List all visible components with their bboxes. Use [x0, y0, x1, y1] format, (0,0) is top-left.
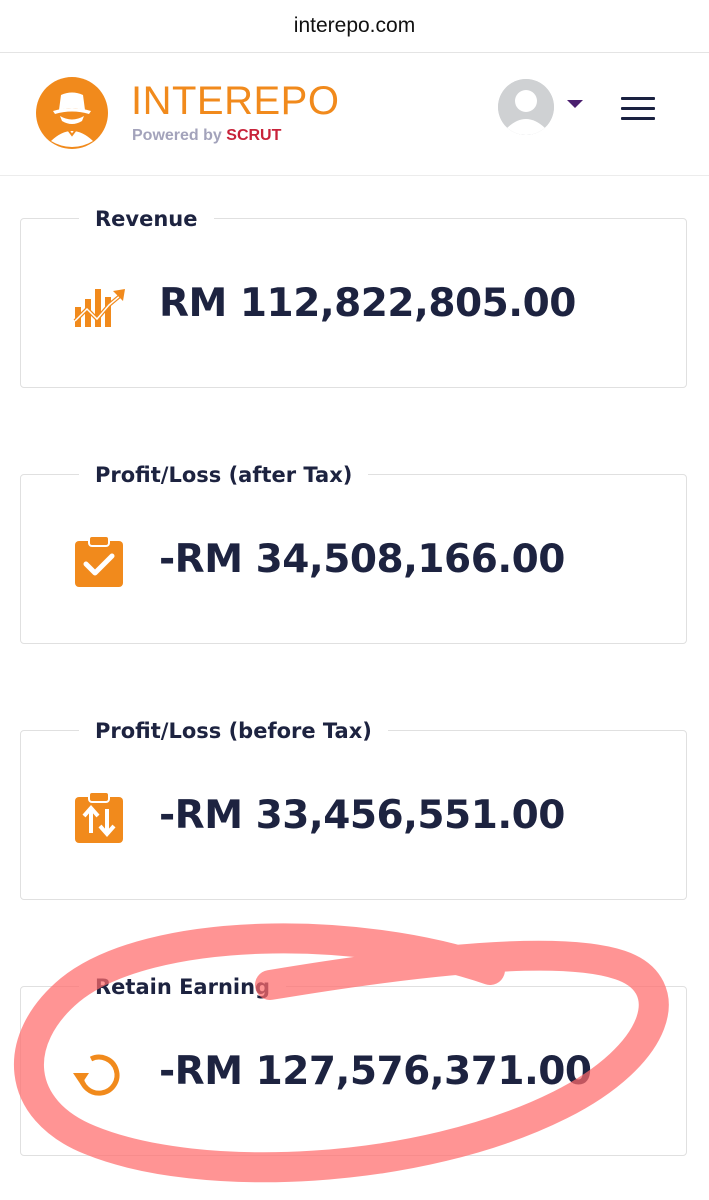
- card-title: Revenue: [79, 206, 214, 232]
- browser-url-bar[interactable]: interepo.com: [0, 0, 709, 53]
- powered-by-label: Powered by: [132, 127, 222, 144]
- revenue-card: Revenue RM 112,822,805.00: [20, 206, 687, 388]
- retain-earning-value: -RM 127,576,371.00: [159, 1049, 592, 1094]
- profit-loss-before-tax-card: Profit/Loss (before Tax) -RM 33,456,551.…: [20, 718, 687, 900]
- card-title: Profit/Loss (after Tax): [79, 462, 369, 488]
- powered-by-text: Powered by SCRUT: [132, 127, 281, 145]
- clipboard-check-icon: [75, 535, 123, 587]
- profit-before-tax-value: -RM 33,456,551.00: [159, 793, 565, 838]
- card-title: Retain Earning: [79, 974, 287, 1000]
- app-header: INTEREPO Powered by SCRUT: [0, 53, 709, 176]
- clipboard-sort-icon: [75, 791, 123, 843]
- profit-after-tax-value: -RM 34,508,166.00: [159, 537, 565, 582]
- refresh-icon: [73, 1054, 120, 1096]
- revenue-value: RM 112,822,805.00: [159, 281, 576, 326]
- scrut-brand: SCRUT: [226, 127, 282, 144]
- brand-name[interactable]: INTEREPO: [131, 81, 339, 121]
- card-title: Profit/Loss (before Tax): [79, 718, 388, 744]
- caret-down-icon[interactable]: [567, 100, 583, 108]
- hamburger-menu-icon[interactable]: [621, 97, 655, 121]
- profit-loss-after-tax-card: Profit/Loss (after Tax) -RM 34,508,166.0…: [20, 462, 687, 644]
- avatar-silhouette-icon: [498, 79, 554, 135]
- spy-hat-icon[interactable]: [36, 77, 108, 149]
- url-text[interactable]: interepo.com: [294, 14, 415, 38]
- revenue-growth-icon: [73, 289, 125, 327]
- retain-earning-card: Retain Earning -RM 127,576,371.00: [20, 974, 687, 1156]
- user-avatar-icon[interactable]: [498, 79, 554, 135]
